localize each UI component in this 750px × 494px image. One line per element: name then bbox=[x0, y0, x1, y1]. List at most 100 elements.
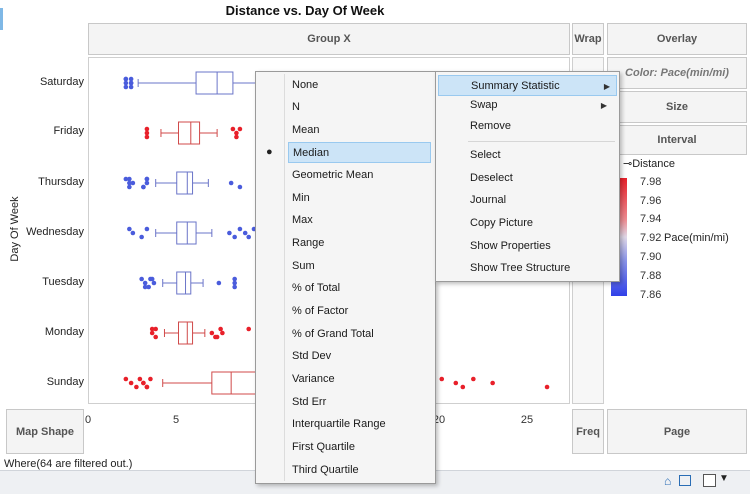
context-item-show-tree-structure[interactable]: Show Tree Structure bbox=[470, 258, 613, 279]
menu-item-none[interactable]: None bbox=[288, 75, 431, 96]
outlier-point bbox=[246, 326, 252, 332]
dropdown-arrow-icon[interactable]: ▼ bbox=[719, 473, 729, 484]
menu-item-percent-total[interactable]: % of Total bbox=[288, 278, 431, 299]
page-zone[interactable]: Page bbox=[607, 409, 747, 454]
overlay-zone[interactable]: Overlay bbox=[607, 23, 747, 55]
outlier-point bbox=[144, 226, 150, 232]
outlier-point bbox=[144, 134, 150, 140]
menu-item-geometric-mean[interactable]: Geometric Mean bbox=[288, 165, 431, 186]
outlier-point bbox=[144, 180, 150, 186]
context-item-select[interactable]: Select bbox=[470, 145, 613, 166]
category-label: Thursday bbox=[38, 176, 84, 188]
box bbox=[211, 371, 257, 395]
checkbox[interactable] bbox=[703, 474, 716, 487]
outlier-point bbox=[234, 130, 239, 136]
outlier-point bbox=[460, 384, 466, 390]
outlier-point bbox=[216, 280, 222, 286]
outlier-point bbox=[232, 276, 237, 282]
menu-item-n[interactable]: N bbox=[288, 97, 431, 118]
outlier-point bbox=[227, 230, 232, 236]
context-item-copy-picture[interactable]: Copy Picture bbox=[470, 213, 613, 234]
outlier-point bbox=[144, 130, 150, 136]
color-zone[interactable]: Color: Pace(min/mi) bbox=[607, 57, 747, 89]
outlier-point bbox=[128, 80, 134, 86]
legend-title: ⊸Distance bbox=[623, 157, 675, 170]
outlier-point bbox=[144, 176, 150, 182]
legend-tick: 7.94 bbox=[640, 213, 662, 225]
freq-zone[interactable]: Freq bbox=[572, 409, 604, 454]
map-shape-zone[interactable]: Map Shape bbox=[6, 409, 84, 454]
outlier-point bbox=[141, 184, 146, 190]
outlier-point bbox=[139, 276, 144, 282]
legend-tick: 7.98 bbox=[640, 176, 662, 188]
outlier-point bbox=[142, 284, 148, 290]
window-icon[interactable] bbox=[679, 475, 691, 486]
outlier-point bbox=[232, 234, 237, 240]
outlier-point bbox=[237, 226, 243, 232]
menu-item-sum[interactable]: Sum bbox=[288, 256, 431, 277]
outlier-point bbox=[148, 376, 153, 382]
box bbox=[176, 171, 194, 195]
window-edge-mark bbox=[0, 8, 3, 30]
menu-item-first-quartile[interactable]: First Quartile bbox=[288, 437, 431, 458]
submenu-arrow-icon: ▶ bbox=[603, 82, 610, 91]
legend-tick: 7.90 bbox=[640, 251, 662, 263]
menu-item-percent-factor[interactable]: % of Factor bbox=[288, 301, 431, 322]
interval-zone[interactable]: Interval bbox=[607, 125, 747, 155]
menu-item-percent-grand-total[interactable]: % of Grand Total bbox=[288, 324, 431, 345]
menu-gutter bbox=[284, 74, 285, 481]
menu-item-median[interactable]: Median bbox=[288, 142, 431, 163]
context-item-journal[interactable]: Journal bbox=[470, 190, 613, 211]
size-zone[interactable]: Size bbox=[607, 91, 747, 123]
box bbox=[178, 321, 194, 345]
outlier-point bbox=[128, 380, 134, 386]
selected-bullet-icon: ● bbox=[266, 146, 273, 158]
menu-item-std-err[interactable]: Std Err bbox=[288, 392, 431, 413]
context-item-deselect[interactable]: Deselect bbox=[470, 168, 613, 189]
context-item-summary-statistic[interactable]: Summary Statistic ▶ bbox=[438, 75, 617, 96]
menu-item-variance[interactable]: Variance bbox=[288, 369, 431, 390]
outlier-point bbox=[137, 376, 143, 382]
menu-item-mean[interactable]: Mean bbox=[288, 120, 431, 141]
context-item-remove[interactable]: Remove bbox=[470, 116, 613, 137]
outlier-point bbox=[232, 280, 237, 286]
outlier-point bbox=[218, 326, 223, 332]
outlier-point bbox=[471, 376, 476, 382]
outlier-point bbox=[123, 376, 129, 382]
context-menu: Summary Statistic ▶ Swap ▶ Remove Select… bbox=[435, 71, 620, 282]
box bbox=[195, 71, 234, 95]
context-item-show-properties[interactable]: Show Properties bbox=[470, 236, 613, 257]
home-icon[interactable]: ⌂ bbox=[664, 474, 671, 488]
outlier-point bbox=[242, 230, 248, 236]
box bbox=[176, 271, 192, 295]
menu-item-iqr[interactable]: Interquartile Range bbox=[288, 414, 431, 435]
legend-title-text: Distance bbox=[632, 158, 676, 170]
menu-item-min[interactable]: Min bbox=[288, 188, 431, 209]
submenu-arrow-icon: ▶ bbox=[600, 101, 607, 110]
outlier-point bbox=[141, 380, 146, 386]
menu-item-max[interactable]: Max bbox=[288, 210, 431, 231]
outlier-point bbox=[123, 76, 129, 82]
outlier-point bbox=[144, 126, 150, 132]
category-label: Sunday bbox=[46, 376, 84, 388]
status-text: Where(64 are filtered out.) bbox=[4, 458, 133, 470]
menu-separator bbox=[468, 141, 615, 142]
x-tick-label: 25 bbox=[520, 414, 534, 426]
outlier-point bbox=[128, 76, 134, 82]
menu-item-third-quartile[interactable]: Third Quartile bbox=[288, 460, 431, 481]
outlier-point bbox=[234, 134, 239, 140]
group-x-zone[interactable]: Group X bbox=[88, 23, 570, 55]
context-item-swap[interactable]: Swap ▶ bbox=[470, 95, 613, 116]
legend-color-title: Pace(min/mi) bbox=[664, 232, 729, 244]
outlier-point bbox=[237, 126, 243, 132]
wrap-zone[interactable]: Wrap bbox=[572, 23, 604, 55]
outlier-point bbox=[127, 184, 132, 190]
category-label: Monday bbox=[44, 326, 84, 338]
outlier-point bbox=[232, 284, 237, 290]
category-label: Wednesday bbox=[26, 226, 84, 238]
menu-item-std-dev[interactable]: Std Dev bbox=[288, 346, 431, 367]
box bbox=[178, 121, 201, 145]
outlier-point bbox=[453, 380, 459, 386]
menu-item-range[interactable]: Range bbox=[288, 233, 431, 254]
summary-statistic-menu: None N Mean Median ● Geometric Mean Min … bbox=[255, 71, 436, 484]
